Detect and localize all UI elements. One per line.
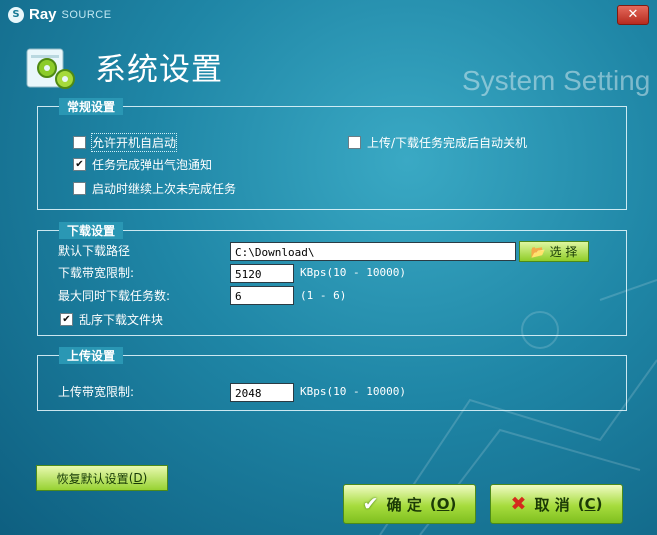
browse-button-label: 选 择	[549, 245, 578, 259]
ok-button-label: 确 定	[386, 495, 422, 514]
checkbox-box[interactable]	[73, 136, 86, 149]
download-bandwidth-input[interactable]: 5120	[230, 264, 294, 283]
random-order-checkbox[interactable]: ✔ 乱序下载文件块	[60, 311, 163, 328]
auto-shutdown-checkbox[interactable]: 上传/下载任务完成后自动关机	[348, 134, 527, 151]
logo-source-text: SOURCE	[61, 8, 112, 21]
checkbox-box[interactable]	[348, 136, 361, 149]
title-bar: S Ray SOURCE ✕	[0, 0, 657, 30]
settings-gears-icon	[26, 48, 75, 89]
restore-defaults-hotkey: D	[133, 471, 143, 485]
app-logo: S Ray SOURCE	[8, 6, 112, 23]
upload-bandwidth-hint: KBps(10 - 10000)	[300, 385, 406, 398]
restore-defaults-label: 恢复默认设置	[56, 471, 129, 486]
checkbox-box[interactable]: ✔	[60, 313, 73, 326]
system-setting-watermark: System Setting	[462, 65, 651, 96]
autostart-checkbox[interactable]: 允许开机自启动	[73, 133, 178, 152]
bubble-notify-label: 任务完成弹出气泡通知	[92, 158, 213, 172]
random-order-label: 乱序下载文件块	[79, 313, 164, 327]
autostart-label: 允许开机自启动	[90, 133, 178, 152]
restore-defaults-button[interactable]: 恢复默认设置 (D)	[36, 465, 168, 491]
download-path-input[interactable]: C:\Download\	[230, 242, 516, 261]
max-tasks-input[interactable]: 6	[230, 286, 294, 305]
checkmark-icon: ✔	[362, 493, 379, 515]
bubble-notify-checkbox[interactable]: ✔ 任务完成弹出气泡通知	[73, 156, 212, 173]
raysource-logo-icon: S	[8, 6, 24, 23]
download-bandwidth-hint: KBps(10 - 10000)	[300, 266, 406, 279]
download-settings-legend: 下载设置	[59, 222, 124, 239]
browse-button[interactable]: 📂 选 择	[519, 241, 589, 262]
page-title: 系统设置	[95, 52, 223, 88]
auto-shutdown-label: 上传/下载任务完成后自动关机	[367, 136, 528, 150]
max-tasks-hint: (1 - 6)	[300, 289, 347, 302]
download-bandwidth-label: 下载带宽限制:	[58, 266, 135, 280]
cancel-hotkey: C	[584, 495, 596, 513]
ok-hotkey: O	[436, 495, 450, 513]
close-button[interactable]: ✕	[617, 5, 649, 25]
ok-button[interactable]: ✔ 确 定 (O)	[343, 484, 476, 524]
upload-bandwidth-input[interactable]: 2048	[230, 383, 294, 402]
folder-icon: 📂	[530, 244, 546, 259]
resume-tasks-label: 启动时继续上次未完成任务	[92, 182, 237, 196]
checkbox-box[interactable]	[73, 182, 86, 195]
general-settings-legend: 常规设置	[59, 98, 124, 115]
upload-bandwidth-label: 上传带宽限制:	[58, 385, 135, 399]
cross-icon: ✖	[510, 493, 527, 515]
cancel-button[interactable]: ✖ 取 消 (C)	[490, 484, 623, 524]
checkbox-box[interactable]: ✔	[73, 158, 86, 171]
logo-ray-text: Ray	[29, 6, 57, 23]
download-path-label: 默认下载路径	[58, 244, 131, 258]
cancel-button-label: 取 消	[534, 495, 570, 514]
upload-settings-legend: 上传设置	[59, 347, 124, 364]
resume-tasks-checkbox[interactable]: 启动时继续上次未完成任务	[73, 180, 236, 197]
max-tasks-label: 最大同时下载任务数:	[58, 289, 171, 303]
